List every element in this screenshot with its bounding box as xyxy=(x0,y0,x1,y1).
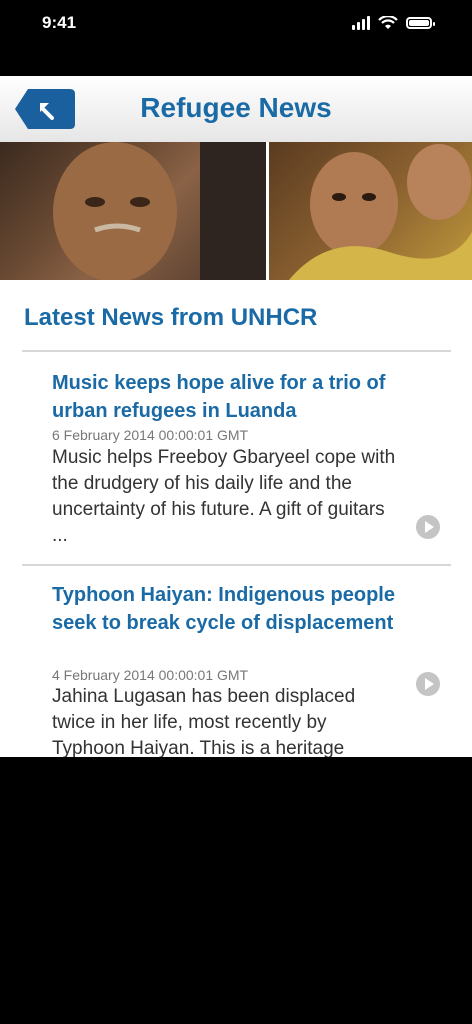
status-time: 9:41 xyxy=(42,13,77,32)
news-date: 4 February 2014 00:00:01 GMT xyxy=(52,667,249,683)
news-headline[interactable]: Music keeps hope alive for a trio of urb… xyxy=(52,369,408,425)
app-screen: Refugee News Latest News from UNHCR Musi… xyxy=(0,76,472,757)
news-summary: Music helps Freeboy Gbaryeel cope with t… xyxy=(52,447,396,546)
hero-photo-girl xyxy=(269,142,472,280)
chevron-right-circle-icon[interactable] xyxy=(416,672,440,696)
news-date: 6 February 2014 00:00:01 GMT xyxy=(52,427,249,443)
news-headline[interactable]: Typhoon Haiyan: Indigenous people seek t… xyxy=(52,581,408,637)
hero-banner xyxy=(0,142,472,280)
page-title: Refugee News xyxy=(140,92,332,123)
hero-photo-man xyxy=(0,142,266,280)
battery-icon xyxy=(406,17,435,29)
status-bar: 9:41 xyxy=(0,0,472,48)
news-summary: Jahina Lugasan has been displaced twice … xyxy=(52,686,356,757)
section-title: Latest News from UNHCR xyxy=(24,304,318,331)
status-icons xyxy=(352,16,435,30)
chevron-right-circle-icon[interactable] xyxy=(416,515,440,539)
signal-icon xyxy=(352,16,370,30)
wifi-icon xyxy=(378,16,398,29)
news-list-item[interactable]: Music keeps hope alive for a trio of urb… xyxy=(0,352,472,564)
news-list-item[interactable]: Typhoon Haiyan: Indigenous people seek t… xyxy=(0,566,472,757)
navigation-bar: Refugee News xyxy=(0,76,472,143)
